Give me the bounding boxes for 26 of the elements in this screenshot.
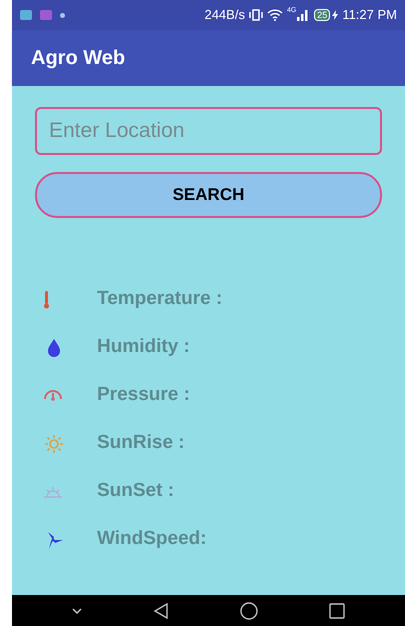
clock: 11:27 PM — [342, 6, 397, 24]
weather-label: SunSet : — [97, 479, 174, 504]
app-title: Agro Web — [31, 46, 126, 71]
weather-label: Humidity : — [97, 335, 190, 360]
notification-icon — [20, 10, 32, 20]
weather-label: SunRise : — [97, 431, 185, 456]
sunset-icon — [44, 486, 62, 498]
recents-icon[interactable] — [329, 602, 346, 618]
network-speed: 244B/s — [204, 6, 245, 24]
sun-icon — [44, 434, 64, 454]
back-icon[interactable] — [152, 602, 169, 618]
weather-label: Temperature : — [97, 287, 222, 312]
battery-indicator: 25 — [314, 9, 330, 21]
search-button[interactable]: SEARCH — [35, 172, 382, 218]
gauge-icon — [44, 390, 62, 401]
dot-icon — [60, 12, 65, 18]
signal-icon — [296, 9, 310, 21]
weather-label: WindSpeed: — [97, 527, 207, 552]
location-field[interactable]: Enter Location — [35, 107, 382, 155]
wifi-icon — [266, 9, 283, 21]
notification-icon — [40, 10, 52, 20]
vibrate-icon — [248, 9, 263, 21]
weather-label: Pressure : — [97, 383, 190, 408]
thermometer-icon — [44, 290, 49, 308]
home-icon[interactable] — [240, 602, 258, 620]
chevron-down-icon[interactable] — [72, 608, 82, 614]
